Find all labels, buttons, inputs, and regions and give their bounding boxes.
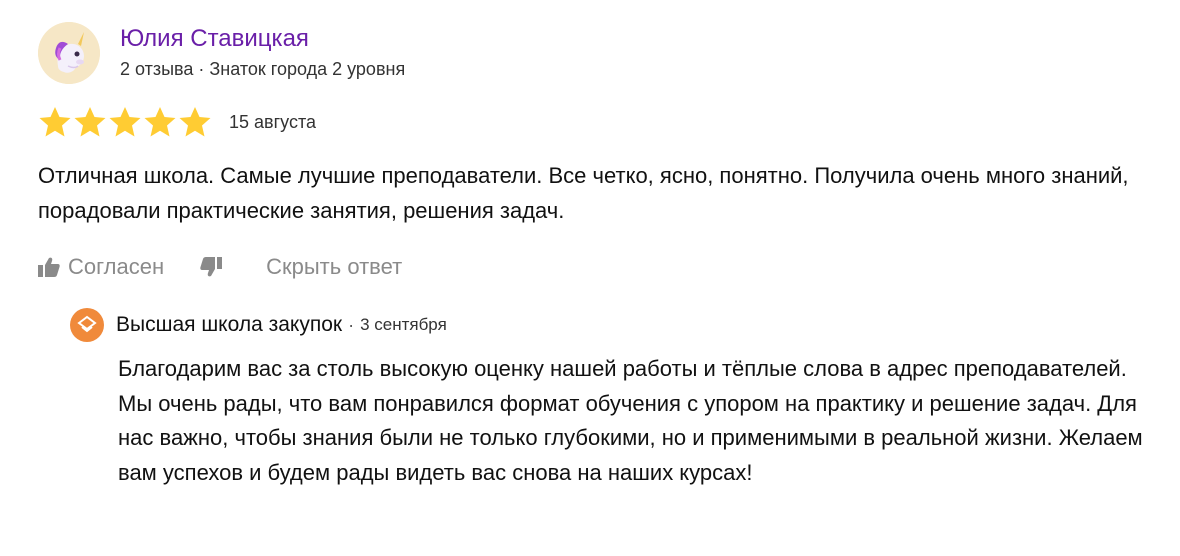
star-filled-icon: [109, 107, 141, 137]
review-card: Юлия Ставицкая 2 отзыва · Знаток города …: [38, 22, 1158, 280]
reply-header: Высшая школа закупок · 3 сентября: [70, 308, 1150, 342]
star-filled-icon: [39, 107, 71, 137]
rating-row: 15 августа: [38, 106, 1158, 138]
star-filled-icon: [74, 107, 106, 137]
agree-button[interactable]: Согласен: [38, 254, 164, 280]
reply-date: 3 сентября: [360, 315, 447, 334]
review-author: Юлия Ставицкая 2 отзыва · Знаток города …: [38, 22, 1158, 84]
reply-text: Благодарим вас за столь высокую оценку н…: [118, 356, 1143, 485]
hide-reply-button[interactable]: Скрыть ответ: [266, 254, 402, 280]
author-info: Юлия Ставицкая 2 отзыва · Знаток города …: [120, 24, 405, 82]
star-filled-icon: [179, 107, 211, 137]
organization-logo-icon: [70, 308, 104, 342]
star-rating: [38, 106, 213, 138]
disagree-button[interactable]: [200, 257, 223, 277]
author-name-link[interactable]: Юлия Ставицкая: [120, 24, 405, 54]
separator-dot: ·: [348, 314, 355, 335]
thumbs-down-icon: [200, 257, 223, 277]
business-reply: Высшая школа закупок · 3 сентября Благод…: [70, 308, 1150, 490]
star-filled-icon: [144, 107, 176, 137]
agree-label: Согласен: [68, 254, 165, 279]
author-meta: 2 отзыва · Знаток города 2 уровня: [120, 59, 406, 79]
review-text: Отличная школа. Самые лучшие преподавате…: [38, 163, 1129, 223]
thumbs-up-icon: [38, 257, 60, 277]
unicorn-icon[interactable]: [38, 22, 100, 84]
review-actions: Согласен Скрыть ответ: [38, 254, 1158, 280]
review-date: 15 августа: [229, 111, 317, 132]
organization-name[interactable]: Высшая школа закупок: [116, 313, 342, 337]
